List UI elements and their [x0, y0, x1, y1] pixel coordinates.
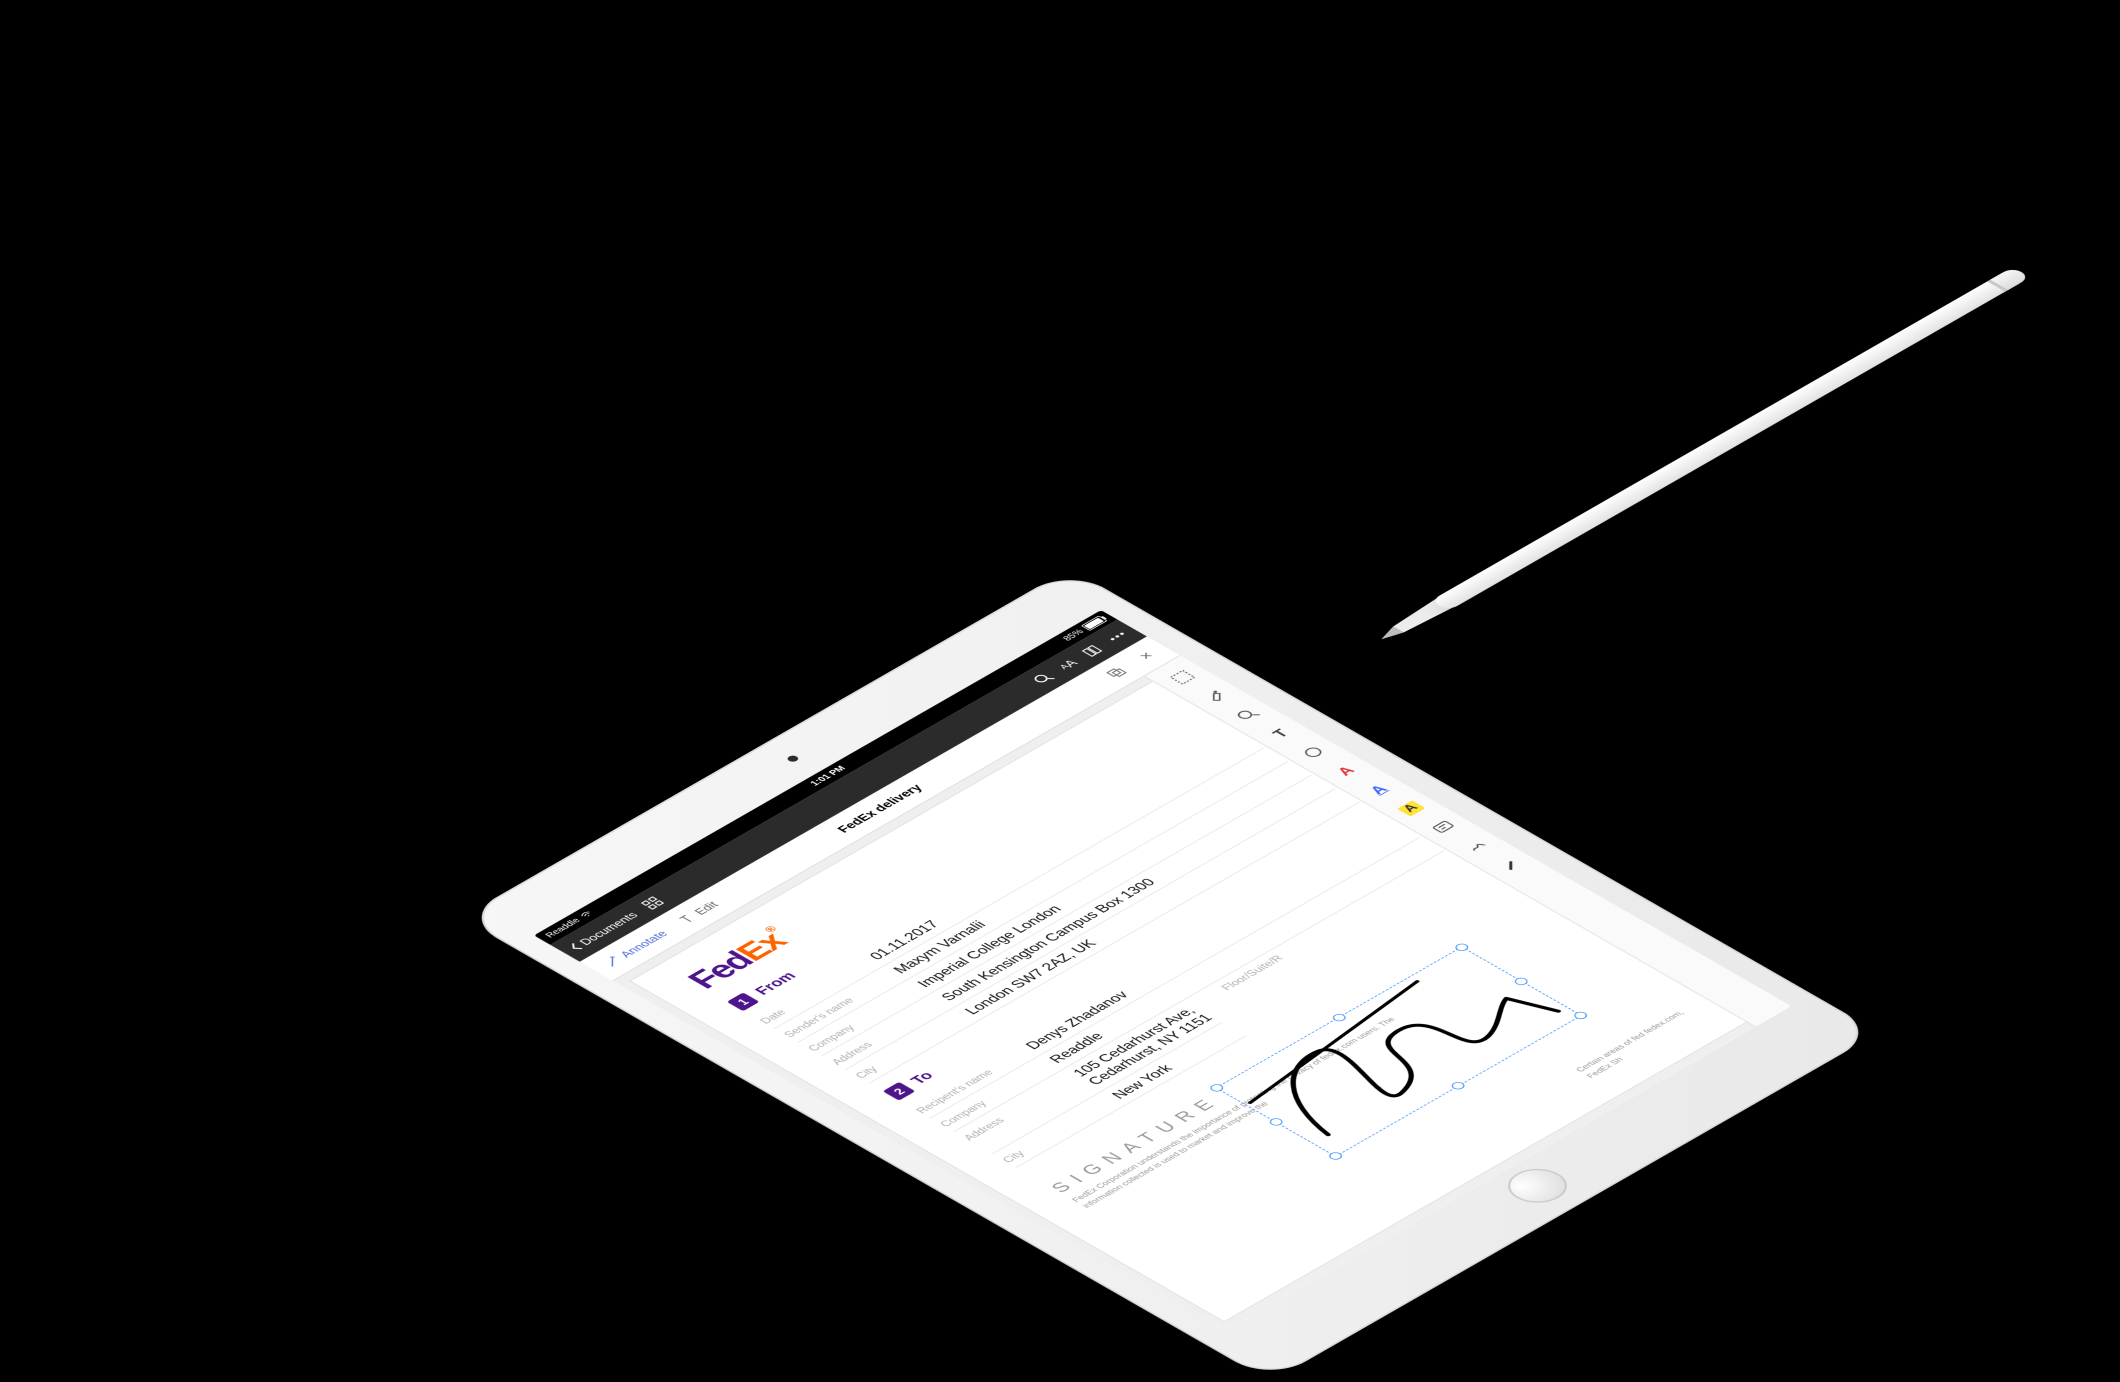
- magnifier-icon[interactable]: [1223, 700, 1273, 729]
- search-icon[interactable]: [1029, 670, 1059, 687]
- text-color-icon[interactable]: A: [1321, 757, 1371, 786]
- resize-handle[interactable]: [1330, 1012, 1348, 1022]
- bookmark-icon[interactable]: [1077, 642, 1107, 659]
- field-label: Company: [937, 1058, 1060, 1128]
- section-label: To: [907, 1069, 938, 1087]
- field-label: Address: [828, 996, 951, 1066]
- field-label: Recipent's name: [913, 1045, 1036, 1115]
- legal-text-right: Certain areas of fed fedex.com, FedEx Sh: [1574, 1001, 1713, 1081]
- field-recipient-city[interactable]: City New York: [993, 1022, 1247, 1168]
- field-label: City: [999, 1094, 1122, 1164]
- screen: Readdle 1:01 PM 85% Documents: [534, 610, 1792, 1331]
- resize-handle[interactable]: [1327, 1151, 1345, 1161]
- ipad-camera: [785, 754, 800, 763]
- underline-icon[interactable]: A: [1353, 775, 1403, 804]
- resize-handle[interactable]: [1267, 1117, 1285, 1127]
- field-recipient-address[interactable]: Address 105 Cedarhurst Ave, Cedarhurst, …: [954, 1000, 1223, 1154]
- section-number: 1: [727, 992, 760, 1011]
- field-value: Denys Zhadanov: [1022, 989, 1132, 1052]
- resize-handle[interactable]: [1449, 1081, 1467, 1091]
- signature-tool-icon[interactable]: [1451, 831, 1501, 860]
- field-label: Company: [805, 983, 928, 1053]
- eraser-icon[interactable]: [1190, 682, 1240, 711]
- field-label: Sender's name: [781, 969, 904, 1039]
- signature-annotation[interactable]: [1215, 946, 1582, 1156]
- layers-icon[interactable]: [1102, 664, 1132, 681]
- resize-handle[interactable]: [1512, 976, 1530, 986]
- marker-icon[interactable]: [1484, 850, 1534, 879]
- field-label: Address: [961, 1072, 1084, 1142]
- field-value: New York: [1108, 1062, 1176, 1101]
- sticky-note-icon[interactable]: [1419, 813, 1469, 842]
- shape-tool-icon[interactable]: [1288, 738, 1338, 767]
- more-icon[interactable]: [1102, 628, 1132, 645]
- section-number: 2: [883, 1082, 916, 1101]
- grid-icon[interactable]: [638, 895, 668, 912]
- section-label: From: [751, 969, 800, 997]
- wifi-icon: [578, 910, 594, 919]
- field-value: 105 Cedarhurst Ave, Cedarhurst, NY 1151: [1070, 1003, 1218, 1088]
- pdf-page[interactable]: FedEx® 1 From Date 01.11.2017 Sender's n…: [631, 666, 1774, 1321]
- font-size-icon[interactable]: AA: [1054, 657, 1081, 673]
- resize-handle[interactable]: [1208, 1083, 1226, 1093]
- field-value: Readdle: [1046, 1030, 1108, 1065]
- apple-pencil: [1365, 248, 2063, 648]
- ipad-device: Readdle 1:01 PM 85% Documents: [461, 568, 1879, 1381]
- close-icon[interactable]: ×: [1131, 647, 1160, 664]
- edit-label: Edit: [691, 900, 721, 917]
- highlight-icon[interactable]: A: [1386, 794, 1436, 823]
- text-tool-icon[interactable]: T: [1255, 719, 1305, 748]
- ipad-home-button[interactable]: [1496, 1162, 1579, 1210]
- legal-text-left: FedEx Corporation understands the import…: [1070, 1003, 1432, 1210]
- field-label: City: [852, 1010, 975, 1080]
- select-rect-icon[interactable]: [1157, 663, 1207, 692]
- resize-handle[interactable]: [1572, 1010, 1590, 1020]
